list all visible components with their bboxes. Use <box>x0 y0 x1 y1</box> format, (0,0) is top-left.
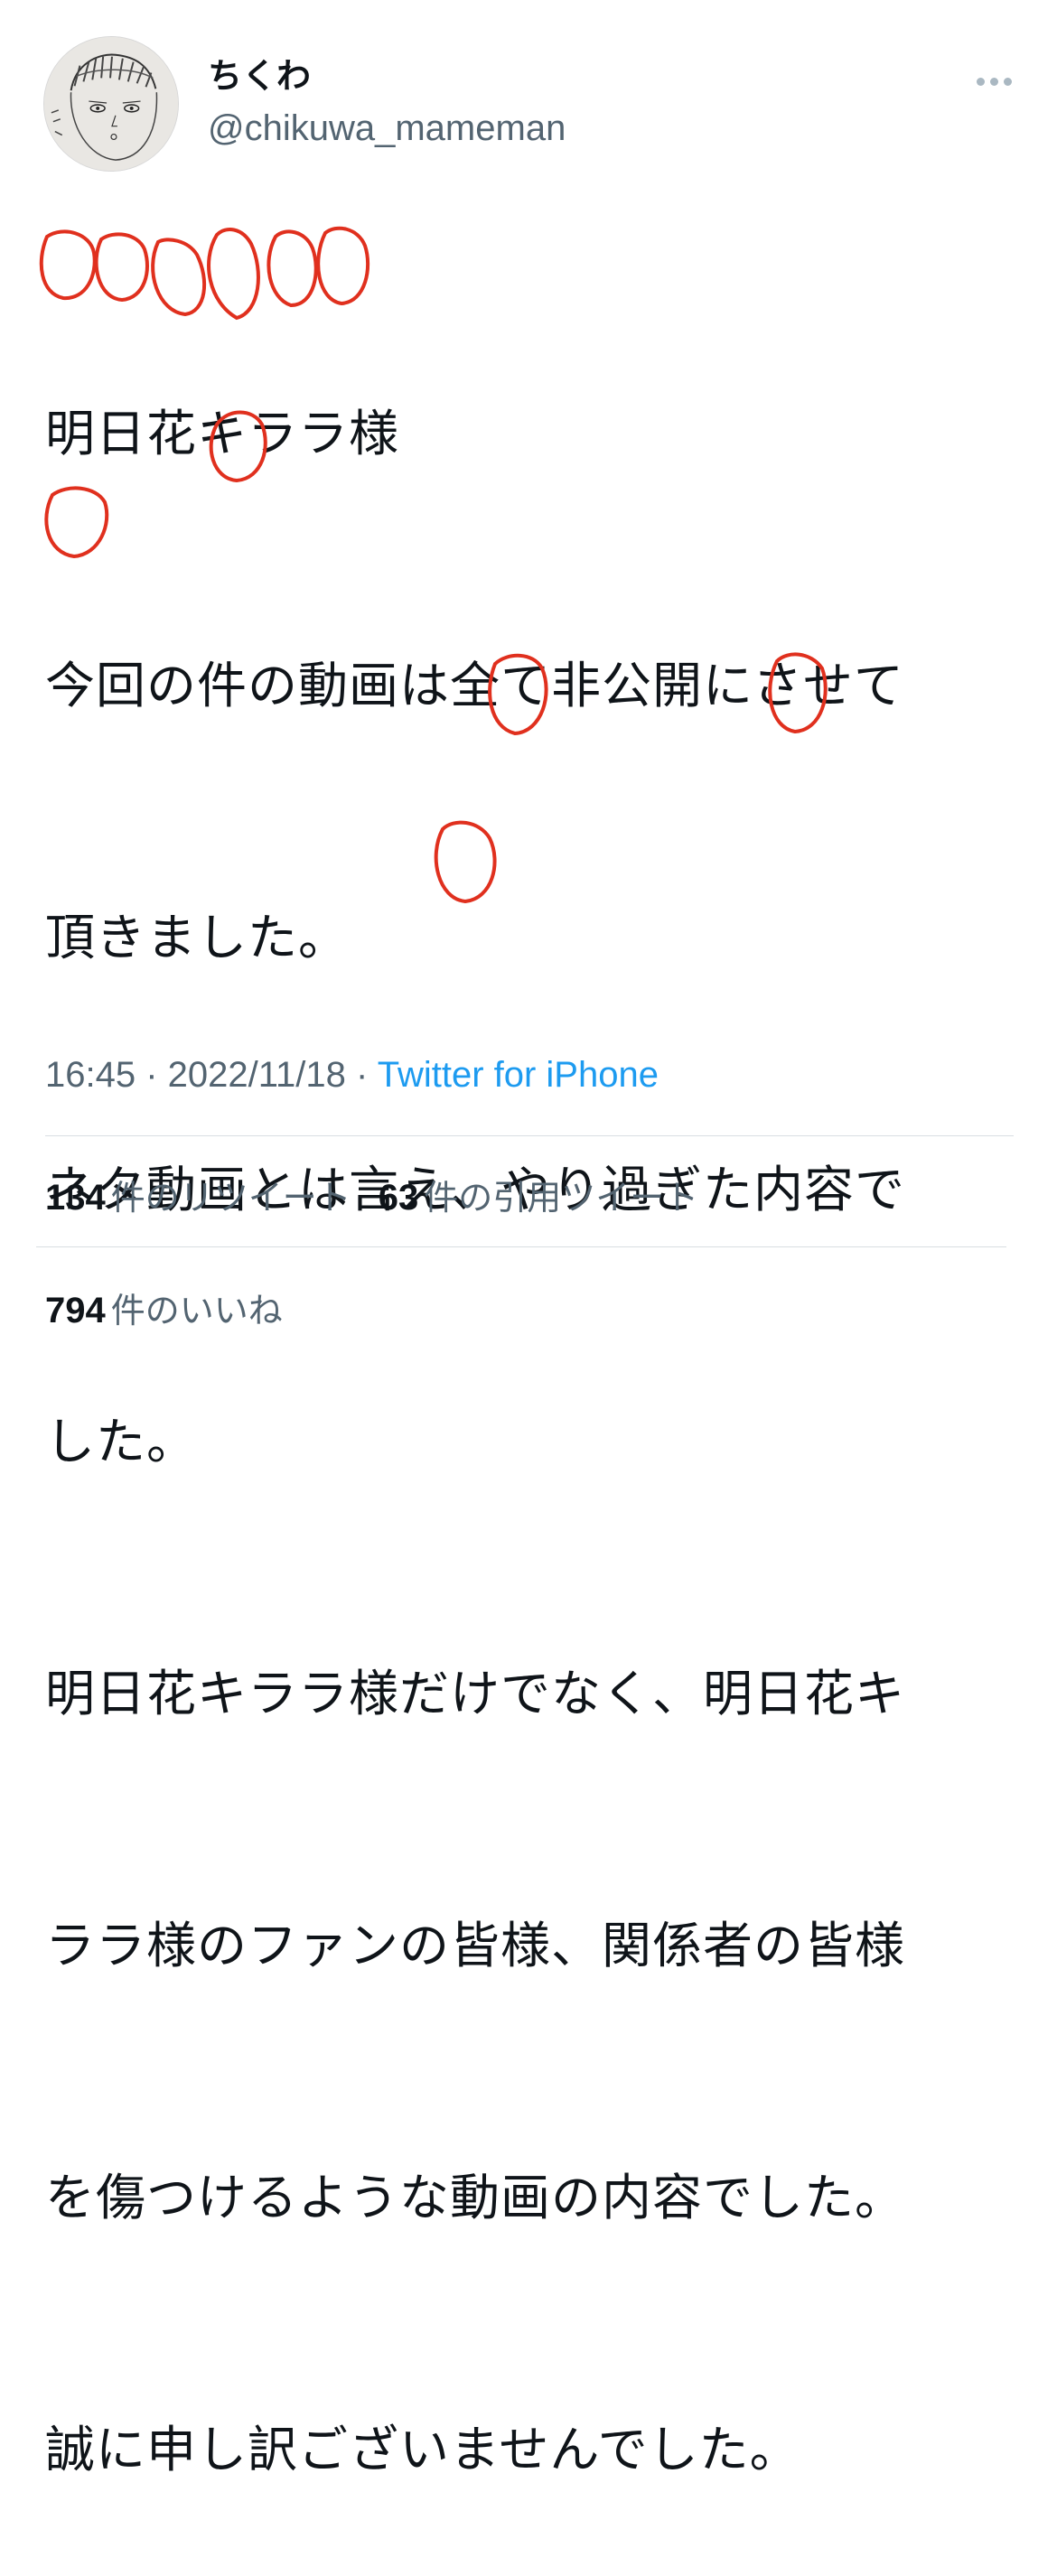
meta-separator: · <box>345 1055 378 1095</box>
tweet-time[interactable]: 16:45 <box>45 1055 136 1095</box>
tweet-date[interactable]: 2022/11/18 <box>168 1055 346 1095</box>
tweet-text: 明日花キララ様 今回の件の動画は全て非公開にさせて 頂きました。 ネタ動画とは言… <box>45 224 1021 2576</box>
likes-label: 件のいいね <box>110 1291 283 1330</box>
retweets-count: 134 <box>45 1178 106 1218</box>
tweet-text-line: した。 <box>45 1413 198 1470</box>
likes-stats: 794 件のいいね <box>45 1283 310 1332</box>
tweet-source-link[interactable]: Twitter for iPhone <box>378 1055 659 1095</box>
more-options-button[interactable] <box>968 63 1019 99</box>
retweets-label: 件のリツイート <box>110 1178 351 1218</box>
tweet-text-line: を傷つけるような動画の内容でした。 <box>45 2169 906 2226</box>
hand-drawn-face-avatar-icon <box>44 37 178 171</box>
tweet-header: ちくわ @chikuwa_mameman <box>43 36 1019 172</box>
display-name[interactable]: ちくわ <box>208 57 311 96</box>
tweet-text-line: 明日花キララ様 <box>45 405 400 462</box>
tweet-text-line: 明日花キララ様だけでなく、明日花キ <box>45 1665 906 1722</box>
meta-separator: · <box>136 1055 168 1095</box>
quotes-label: 件の引用ツイート <box>424 1178 699 1218</box>
retweet-quote-stats: 134 件のリツイート 63 件の引用ツイート <box>45 1170 725 1219</box>
divider <box>36 1246 1006 1247</box>
ellipsis-icon <box>989 77 998 86</box>
divider <box>45 1135 1014 1136</box>
tweet-text-line: ララ様のファンの皆様、関係者の皆様 <box>45 1917 906 1974</box>
tweet-text-line: 頂きました。 <box>45 909 350 966</box>
tweet-meta: 16:45 · 2022/11/18 · Twitter for iPhone <box>45 1055 659 1096</box>
likes-count: 794 <box>45 1291 106 1330</box>
retweets-stat[interactable]: 134 件のリツイート <box>45 1170 351 1219</box>
tweet-text-line: 誠に申し訳ございませんでした。 <box>45 2421 800 2478</box>
quotes-count: 63 <box>378 1178 419 1218</box>
ellipsis-icon <box>1003 77 1012 86</box>
avatar[interactable] <box>43 36 179 172</box>
ellipsis-icon <box>976 77 985 86</box>
user-handle[interactable]: @chikuwa_mameman <box>208 108 566 148</box>
quotes-stat[interactable]: 63 件の引用ツイート <box>379 1170 699 1219</box>
tweet-text-line: 今回の件の動画は全て非公開にさせて <box>45 657 904 714</box>
likes-stat[interactable]: 794 件のいいね <box>45 1283 283 1332</box>
